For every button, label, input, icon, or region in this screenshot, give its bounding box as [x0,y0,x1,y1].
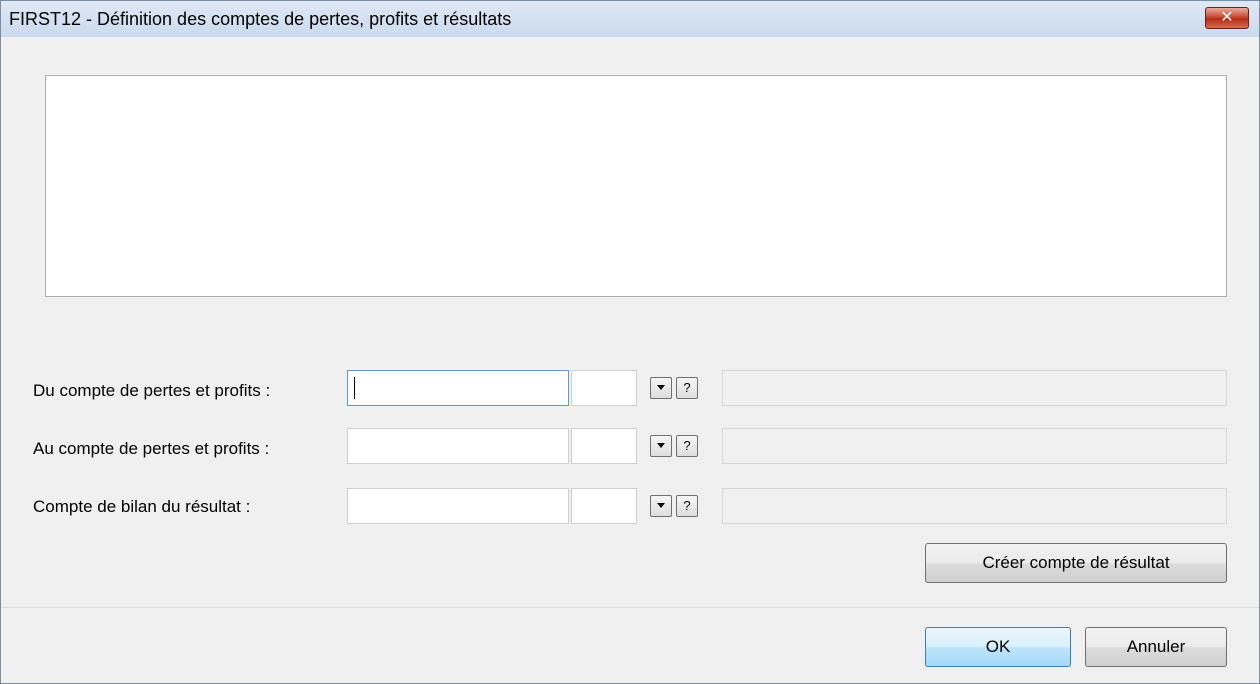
to-account-help-button[interactable]: ? [676,435,698,457]
create-result-account-button[interactable]: Créer compte de résultat [925,543,1227,583]
result-account-dropdown-button[interactable] [650,495,672,517]
to-account-suffix-input[interactable] [571,428,637,464]
from-account-dropdown-button[interactable] [650,377,672,399]
result-account-name-field [722,488,1227,524]
close-icon: ✕ [1220,9,1234,26]
from-account-suffix-input[interactable] [571,370,637,406]
result-account-input[interactable] [347,488,569,524]
dialog-window: FIRST12 - Définition des comptes de pert… [0,0,1260,684]
result-account-label: Compte de bilan du résultat : [33,497,251,516]
to-account-dropdown-button[interactable] [650,435,672,457]
to-account-label: Au compte de pertes et profits : [33,439,270,458]
from-account-name-field [722,370,1227,406]
result-account-suffix-input[interactable] [571,488,637,524]
text-caret [354,377,355,399]
cancel-button[interactable]: Annuler [1085,627,1227,667]
from-account-help-button[interactable]: ? [676,377,698,399]
close-button[interactable]: ✕ [1205,7,1249,29]
chevron-down-icon [657,502,665,508]
window-title: FIRST12 - Définition des comptes de pert… [9,9,512,29]
from-account-input[interactable] [347,370,569,406]
result-account-help-button[interactable]: ? [676,495,698,517]
to-account-input[interactable] [347,428,569,464]
description-textarea[interactable] [45,75,1227,297]
to-account-name-field [722,428,1227,464]
ok-button[interactable]: OK [925,627,1071,667]
title-bar[interactable]: FIRST12 - Définition des comptes de pert… [1,1,1259,37]
from-account-label: Du compte de pertes et profits : [33,381,271,400]
chevron-down-icon [657,442,665,448]
chevron-down-icon [657,384,665,390]
